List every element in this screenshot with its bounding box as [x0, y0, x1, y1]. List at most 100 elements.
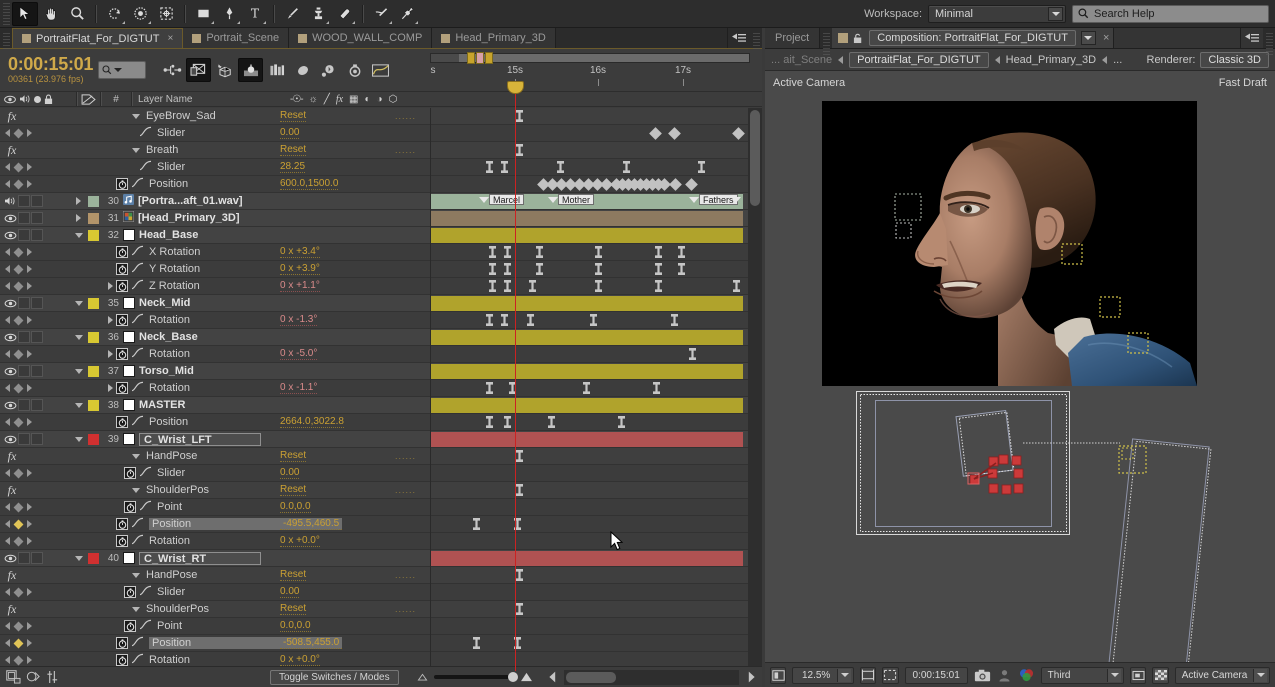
stopwatch-icon[interactable] [116, 654, 128, 666]
lock-switch[interactable] [31, 552, 43, 564]
layer-color-swatch[interactable] [85, 212, 101, 224]
layer-av-switches[interactable] [0, 329, 72, 346]
comp-tabs-grip[interactable] [823, 33, 831, 55]
choose-grid-guides-button[interactable] [860, 666, 877, 684]
expand-layer-toggle[interactable] [72, 368, 85, 374]
timeline-horizontal-scrollbar[interactable] [563, 669, 739, 685]
graph-editor-icon[interactable] [139, 466, 152, 480]
lock-switch[interactable] [31, 331, 43, 343]
stopwatch-icon[interactable] [116, 314, 128, 326]
keyframe-hold[interactable] [653, 382, 660, 394]
solo-switch[interactable] [18, 297, 30, 309]
keyframe-hold[interactable] [678, 246, 685, 258]
add-keyframe-icon[interactable] [13, 587, 24, 597]
close-icon[interactable]: × [167, 33, 173, 44]
keyframe-hold[interactable] [501, 161, 508, 173]
layer-bar[interactable] [431, 432, 743, 447]
layer-color-swatch[interactable] [85, 552, 101, 564]
layer-color-swatch[interactable] [85, 365, 101, 377]
add-keyframe-icon[interactable] [13, 417, 24, 427]
track-area[interactable] [430, 465, 762, 482]
track-area[interactable] [430, 244, 762, 261]
next-keyframe-icon[interactable] [27, 350, 32, 358]
comp-marker[interactable] [467, 52, 475, 64]
track-area[interactable] [430, 448, 762, 465]
prev-keyframe-icon[interactable] [5, 129, 10, 137]
keyframe-hold[interactable] [516, 569, 523, 581]
expand-effect-toggle[interactable] [132, 147, 140, 153]
next-keyframe-icon[interactable] [27, 656, 32, 664]
table-row[interactable]: 30 [Portra...aft_01.wav] -☉- Marcel Moth… [0, 193, 762, 210]
next-keyframe-icon[interactable] [27, 180, 32, 188]
toggle-switches-modes-button[interactable]: Toggle Switches / Modes [270, 669, 399, 685]
add-keyframe-icon[interactable] [13, 162, 24, 172]
next-keyframe-icon[interactable] [27, 503, 32, 511]
stopwatch-icon[interactable] [116, 637, 128, 649]
effect-row[interactable]: fx ShoulderPos Reset ...... [0, 601, 762, 618]
layer-av-switches[interactable] [0, 210, 72, 227]
next-keyframe-icon[interactable] [27, 316, 32, 324]
graph-editor-icon[interactable] [131, 245, 144, 259]
stopwatch-icon[interactable] [116, 382, 128, 394]
add-keyframe-icon[interactable] [13, 638, 24, 648]
track-area[interactable] [430, 346, 762, 363]
track-area[interactable] [430, 227, 762, 244]
prev-keyframe-icon[interactable] [5, 180, 10, 188]
toggle-mask-paths-button[interactable] [882, 666, 899, 684]
expand-property-toggle[interactable] [108, 316, 113, 324]
property-row[interactable]: Slider 28.25 [0, 159, 762, 176]
prev-keyframe-icon[interactable] [5, 418, 10, 426]
show-snapshot-icon[interactable] [997, 667, 1013, 684]
eye-icon[interactable] [3, 367, 17, 376]
layer-av-switches[interactable] [0, 295, 72, 312]
keyframe-navigator[interactable] [0, 417, 50, 427]
add-keyframe-icon[interactable] [13, 383, 24, 393]
property-value[interactable]: 0 x +1.1° [280, 280, 320, 292]
stopwatch-icon[interactable] [116, 535, 128, 547]
keyframe-hold[interactable] [536, 263, 543, 275]
zoom-in-icon[interactable] [520, 672, 533, 682]
eye-icon[interactable] [3, 333, 17, 342]
add-keyframe-icon[interactable] [13, 264, 24, 274]
keyframe-navigator[interactable] [0, 468, 50, 478]
table-row[interactable]: 38 MASTER -☉- [0, 397, 762, 414]
eye-icon[interactable] [3, 214, 17, 223]
always-preview-this-view-button[interactable] [770, 666, 787, 684]
keyframe-hold[interactable] [689, 348, 696, 360]
keyframe-navigator[interactable] [0, 655, 50, 665]
composition-mini-flowchart-button[interactable] [160, 58, 185, 82]
track-area[interactable] [430, 550, 762, 567]
current-timecode[interactable]: 0:00:15:01 [8, 55, 93, 74]
timeline-rows[interactable]: fx EyeBrow_Sad Reset ...... Slider 0.00 … [0, 108, 762, 671]
lock-switch[interactable] [31, 229, 43, 241]
property-name[interactable]: X Rotation [149, 246, 200, 258]
layer-bar[interactable] [431, 296, 743, 311]
track-area[interactable] [430, 567, 762, 584]
property-value[interactable]: 0.0,0.0 [280, 620, 311, 632]
effect-name[interactable]: HandPose [146, 450, 197, 462]
expand-property-toggle[interactable] [108, 384, 113, 392]
add-keyframe-icon[interactable] [13, 502, 24, 512]
keyframe-diamond[interactable] [685, 178, 698, 191]
graph-editor-button[interactable] [368, 58, 393, 82]
keyframe-hold[interactable] [655, 263, 662, 275]
graph-toggle-icon[interactable] [46, 670, 59, 684]
expand-layer-toggle[interactable] [72, 232, 85, 238]
property-value[interactable]: 0 x +0.0° [280, 535, 320, 547]
track-area[interactable] [430, 295, 762, 312]
keyframe-navigator[interactable] [0, 349, 50, 359]
keyframe-hold[interactable] [486, 382, 493, 394]
prev-keyframe-icon[interactable] [5, 282, 10, 290]
comp-canvas[interactable] [822, 101, 1197, 386]
lock-switch[interactable] [31, 212, 43, 224]
next-keyframe-icon[interactable] [27, 639, 32, 647]
table-row[interactable]: 39 C_Wrist_LFT -☉- fx [0, 431, 762, 448]
layer-av-switches[interactable] [0, 550, 72, 567]
property-value[interactable]: 0 x -1.1° [280, 382, 318, 394]
solo-switch[interactable] [18, 433, 30, 445]
toggle-transparency-grid-button[interactable] [1152, 666, 1169, 684]
chevron-down-icon[interactable] [837, 668, 852, 682]
comp-panel-menu-icon[interactable] [1241, 28, 1263, 48]
eraser-tool[interactable] [331, 2, 357, 26]
chevron-down-icon[interactable] [1048, 6, 1063, 21]
